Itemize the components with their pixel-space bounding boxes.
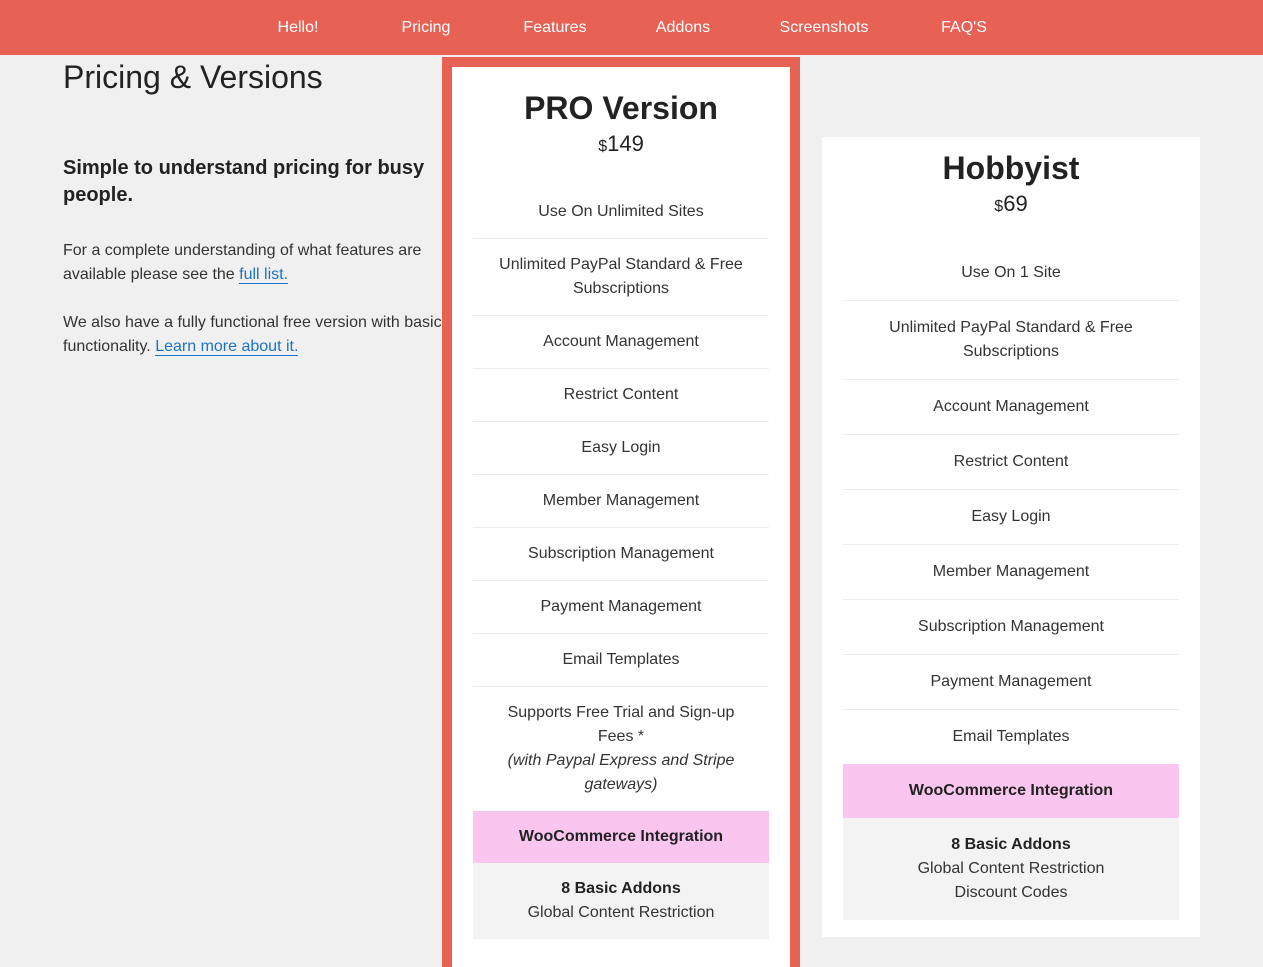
feature-item: Restrict Content [473, 369, 769, 422]
free-version-paragraph: We also have a fully functional free ver… [63, 311, 453, 359]
addons-title: 8 Basic Addons [951, 836, 1071, 853]
pricing-subtitle: Simple to understand pricing for busy pe… [63, 157, 425, 206]
feature-woocommerce: WooCommerce Integration [473, 811, 769, 863]
pricing-card-pro: PRO Version $149 Use On Unlimited Sites … [442, 57, 800, 967]
trial-feature-note: (with Paypal Express and Stripe gateways… [507, 752, 735, 793]
addon-item: Global Content Restriction [917, 860, 1105, 877]
plan-price-hobbyist: $69 [822, 189, 1200, 222]
feature-addons: 8 Basic Addons Global Content Restrictio… [473, 863, 769, 939]
feature-woocommerce: WooCommerce Integration [843, 764, 1179, 818]
feature-item: Account Management [473, 316, 769, 369]
feature-list-hobbyist: Use On 1 Site Unlimited PayPal Standard … [843, 246, 1179, 920]
plan-title-pro-rest: Version [593, 90, 718, 126]
top-navigation: Hello! Pricing Features Addons Screensho… [0, 0, 1263, 55]
feature-item: Payment Management [843, 655, 1179, 710]
feature-item: Restrict Content [843, 435, 1179, 490]
feature-item: Easy Login [843, 490, 1179, 545]
addon-item: Discount Codes [954, 884, 1068, 901]
nav-faqs[interactable]: FAQ'S [941, 0, 987, 55]
nav-screenshots[interactable]: Screenshots [780, 0, 869, 55]
nav-hello[interactable]: Hello! [278, 0, 319, 55]
feature-item-trial: Supports Free Trial and Sign-up Fees * (… [473, 687, 769, 811]
plan-price-pro: $149 [452, 129, 790, 162]
currency-symbol: $ [598, 138, 608, 155]
feature-item: Subscription Management [473, 528, 769, 581]
feature-item: Unlimited PayPal Standard & Free Subscri… [473, 239, 769, 316]
feature-item: Unlimited PayPal Standard & Free Subscri… [843, 301, 1179, 380]
feature-list-pro: Use On Unlimited Sites Unlimited PayPal … [473, 186, 769, 939]
price-amount: 69 [1003, 191, 1028, 216]
nav-features[interactable]: Features [523, 0, 586, 55]
currency-symbol: $ [994, 198, 1004, 215]
nav-addons[interactable]: Addons [656, 0, 710, 55]
learn-more-link[interactable]: Learn more about it. [155, 338, 299, 356]
feature-item: Use On Unlimited Sites [473, 186, 769, 239]
feature-item: Email Templates [952, 728, 1070, 745]
feature-item: Member Management [473, 475, 769, 528]
nav-pricing[interactable]: Pricing [402, 0, 451, 55]
trial-feature-text: Supports Free Trial and Sign-up Fees * [507, 704, 735, 745]
price-amount: 149 [607, 131, 644, 156]
features-paragraph: For a complete understanding of what fea… [63, 239, 443, 287]
feature-item: Account Management [843, 380, 1179, 435]
plan-title-hobbyist: Hobbyist [942, 150, 1080, 186]
page-title: Pricing & Versions [63, 59, 323, 95]
feature-item: Subscription Management [843, 600, 1179, 655]
feature-item: Use On 1 Site [843, 246, 1179, 301]
feature-item: Easy Login [473, 422, 769, 475]
full-list-link[interactable]: full list. [239, 266, 289, 284]
feature-item: Member Management [843, 545, 1179, 600]
feature-item: Email Templates [473, 634, 769, 687]
pricing-intro: Simple to understand pricing for busy pe… [63, 155, 443, 359]
pricing-card-hobbyist: Hobbyist $69 Use On 1 Site Unlimited Pay… [822, 137, 1200, 937]
feature-item: Payment Management [473, 581, 769, 634]
addon-item: Global Content Restriction [527, 904, 715, 921]
plan-title-pro-bold: PRO [524, 90, 594, 126]
plan-title-pro: PRO Version [452, 89, 790, 127]
feature-addons: 8 Basic Addons Global Content Restrictio… [843, 818, 1179, 920]
